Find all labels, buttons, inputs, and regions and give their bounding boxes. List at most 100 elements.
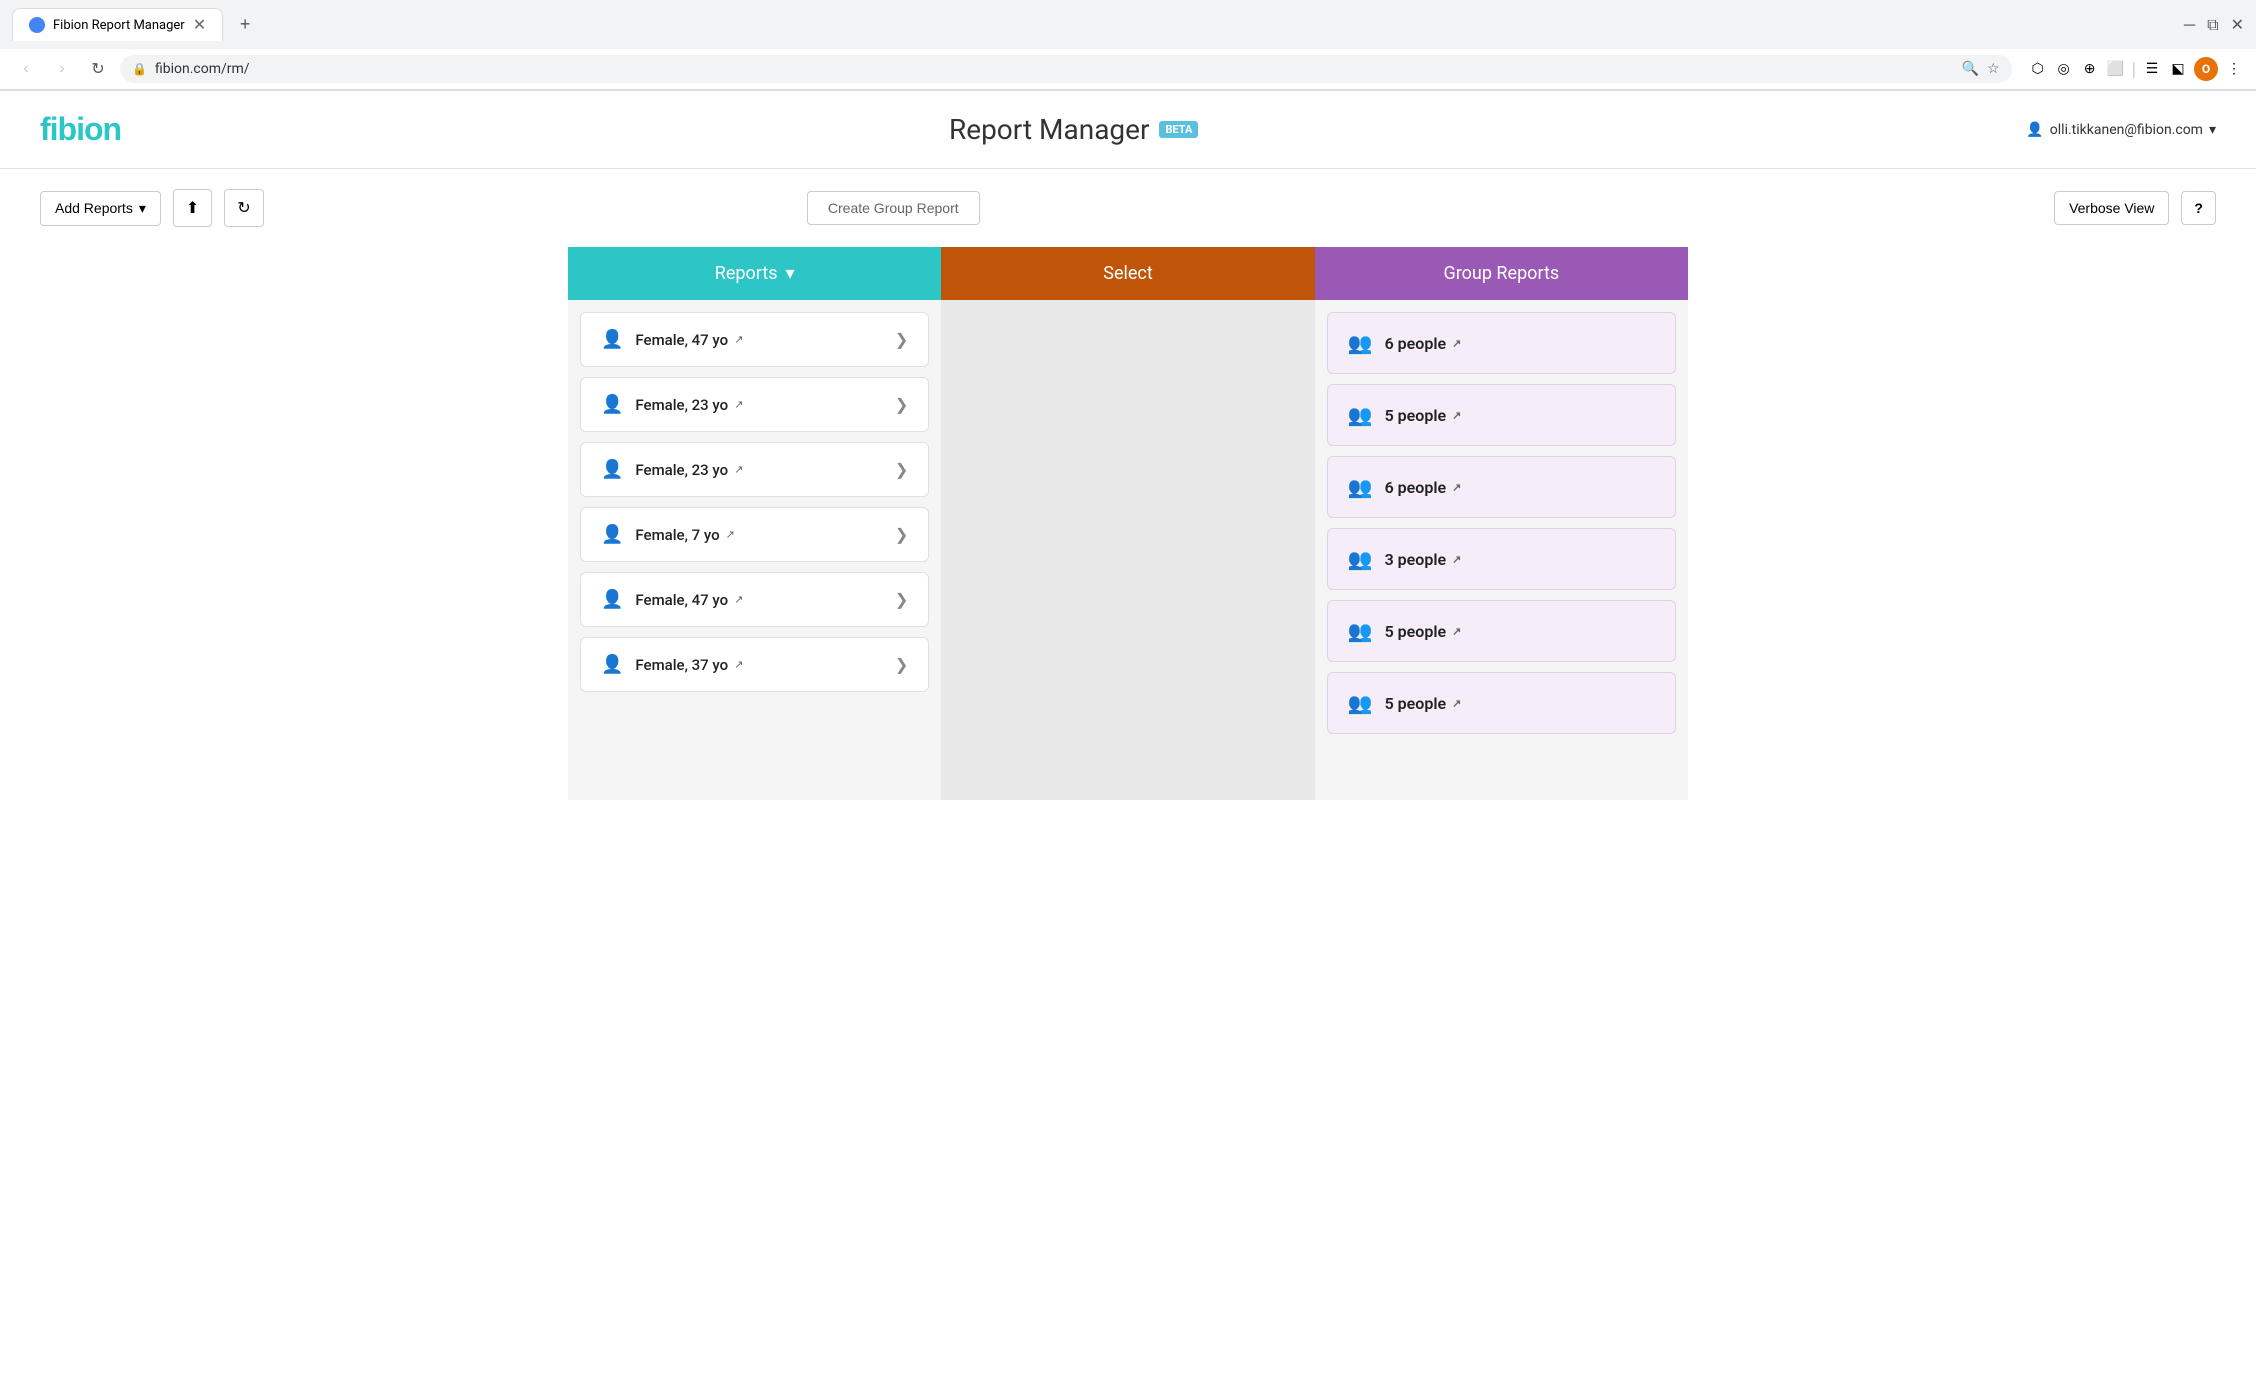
reports-column: Reports ▾ 👤 Female, 47 yo ↗ ❯ 👤 bbox=[568, 247, 941, 800]
user-menu[interactable]: 👤 olli.tikkanen@fibion.com ▾ bbox=[2026, 122, 2216, 138]
external-link-icon: ↗ bbox=[726, 528, 735, 541]
toolbar: Add Reports ▾ ⬆ ↻ Create Group Report Ve… bbox=[0, 169, 2256, 247]
help-button[interactable]: ? bbox=[2181, 191, 2216, 225]
report-name: Female, 47 yo ↗ bbox=[635, 331, 883, 349]
list-item[interactable]: 👤 Female, 7 yo ↗ ❯ bbox=[580, 507, 929, 562]
group-count-label: 5 people ↗ bbox=[1385, 406, 1462, 425]
select-header-label: Select bbox=[1103, 263, 1152, 284]
group-icon: 👥 bbox=[1348, 403, 1373, 427]
back-button[interactable]: ‹ bbox=[12, 55, 40, 83]
ext-icon-5[interactable]: ☰ bbox=[2142, 59, 2162, 79]
list-item[interactable]: 👤 Female, 37 yo ↗ ❯ bbox=[580, 637, 929, 692]
group-count-label: 6 people ↗ bbox=[1385, 334, 1462, 353]
upload-icon: ⬆ bbox=[186, 200, 199, 217]
ext-icon-6[interactable]: ⬕ bbox=[2168, 59, 2188, 79]
external-link-icon: ↗ bbox=[1452, 337, 1461, 350]
divider: | bbox=[2132, 59, 2136, 80]
reports-column-header[interactable]: Reports ▾ bbox=[568, 247, 941, 300]
list-item[interactable]: 👥 6 people ↗ bbox=[1327, 456, 1676, 518]
fibion-logo: fibion bbox=[40, 111, 121, 148]
active-tab[interactable]: Fibion Report Manager ✕ bbox=[12, 8, 223, 41]
user-email: olli.tikkanen@fibion.com bbox=[2050, 122, 2203, 138]
chevron-right-icon: ❯ bbox=[895, 395, 908, 414]
select-column-header[interactable]: Select bbox=[941, 247, 1314, 300]
reload-button[interactable]: ↻ bbox=[84, 55, 112, 83]
reports-header-dropdown-icon: ▾ bbox=[786, 263, 795, 284]
refresh-icon: ↻ bbox=[237, 200, 250, 217]
profile-badge[interactable]: O bbox=[2194, 57, 2218, 81]
page-title: Report Manager BETA bbox=[949, 113, 1198, 146]
add-reports-dropdown-icon: ▾ bbox=[139, 200, 146, 217]
select-column: Select bbox=[941, 247, 1314, 800]
verbose-view-button[interactable]: Verbose View bbox=[2054, 191, 2169, 225]
chevron-right-icon: ❯ bbox=[895, 655, 908, 674]
list-item[interactable]: 👤 Female, 47 yo ↗ ❯ bbox=[580, 572, 929, 627]
user-dropdown-icon: ▾ bbox=[2209, 122, 2216, 138]
create-group-report-button[interactable]: Create Group Report bbox=[807, 191, 980, 225]
tab-bar: Fibion Report Manager ✕ + ─ ⧉ ✕ bbox=[0, 0, 2256, 49]
list-item[interactable]: 👥 5 people ↗ bbox=[1327, 384, 1676, 446]
report-name: Female, 23 yo ↗ bbox=[635, 396, 883, 414]
ext-icon-4[interactable]: ⬜ bbox=[2106, 59, 2126, 79]
app-header: fibion Report Manager BETA 👤 olli.tikkan… bbox=[0, 91, 2256, 169]
verbose-view-label: Verbose View bbox=[2069, 200, 2154, 216]
address-bar[interactable]: 🔒 fibion.com/rm/ 🔍 ☆ bbox=[120, 55, 2012, 83]
ext-icon-2[interactable]: ◎ bbox=[2054, 59, 2074, 79]
report-name: Female, 47 yo ↗ bbox=[635, 591, 883, 609]
extension-icons: ⬡ ◎ ⊕ ⬜ | ☰ ⬕ O ⋮ bbox=[2028, 57, 2244, 81]
tab-title: Fibion Report Manager bbox=[53, 18, 185, 33]
restore-button[interactable]: ⧉ bbox=[2207, 15, 2218, 35]
chevron-right-icon: ❯ bbox=[895, 460, 908, 479]
new-tab-button[interactable]: + bbox=[231, 11, 259, 39]
forward-button[interactable]: › bbox=[48, 55, 76, 83]
external-link-icon: ↗ bbox=[734, 398, 743, 411]
external-link-icon: ↗ bbox=[1452, 697, 1461, 710]
group-icon: 👥 bbox=[1348, 547, 1373, 571]
list-item[interactable]: 👥 5 people ↗ bbox=[1327, 672, 1676, 734]
reports-header-label: Reports bbox=[715, 263, 778, 284]
list-item[interactable]: 👥 3 people ↗ bbox=[1327, 528, 1676, 590]
refresh-button[interactable]: ↻ bbox=[224, 189, 263, 227]
report-name: Female, 7 yo ↗ bbox=[635, 526, 883, 544]
external-link-icon: ↗ bbox=[734, 658, 743, 671]
list-item[interactable]: 👥 5 people ↗ bbox=[1327, 600, 1676, 662]
search-icon[interactable]: 🔍 bbox=[1962, 61, 1979, 77]
profile-letter: O bbox=[2202, 62, 2210, 76]
group-count-label: 3 people ↗ bbox=[1385, 550, 1462, 569]
help-icon: ? bbox=[2194, 200, 2203, 216]
chevron-right-icon: ❯ bbox=[895, 590, 908, 609]
close-window-button[interactable]: ✕ bbox=[2231, 15, 2244, 35]
person-icon: 👤 bbox=[601, 394, 623, 415]
ext-icon-1[interactable]: ⬡ bbox=[2028, 59, 2048, 79]
list-item[interactable]: 👤 Female, 47 yo ↗ ❯ bbox=[580, 312, 929, 367]
bookmark-icon[interactable]: ☆ bbox=[1987, 61, 2000, 77]
group-reports-column-header[interactable]: Group Reports bbox=[1315, 247, 1688, 300]
address-bar-icons: 🔍 ☆ bbox=[1962, 61, 2000, 77]
report-name: Female, 23 yo ↗ bbox=[635, 461, 883, 479]
url-display: fibion.com/rm/ bbox=[155, 61, 250, 77]
external-link-icon: ↗ bbox=[1452, 553, 1461, 566]
add-reports-label: Add Reports bbox=[55, 200, 133, 216]
app-container: fibion Report Manager BETA 👤 olli.tikkan… bbox=[0, 91, 2256, 1395]
lock-icon: 🔒 bbox=[132, 62, 147, 76]
list-item[interactable]: 👤 Female, 23 yo ↗ ❯ bbox=[580, 377, 929, 432]
add-reports-button[interactable]: Add Reports ▾ bbox=[40, 191, 161, 226]
reports-column-body: 👤 Female, 47 yo ↗ ❯ 👤 Female, 23 yo ↗ ❯ bbox=[568, 300, 941, 800]
minimize-button[interactable]: ─ bbox=[2184, 15, 2195, 35]
external-link-icon: ↗ bbox=[1452, 481, 1461, 494]
group-icon: 👥 bbox=[1348, 331, 1373, 355]
group-count-label: 5 people ↗ bbox=[1385, 694, 1462, 713]
list-item[interactable]: 👤 Female, 23 yo ↗ ❯ bbox=[580, 442, 929, 497]
external-link-icon: ↗ bbox=[734, 463, 743, 476]
ext-icon-3[interactable]: ⊕ bbox=[2080, 59, 2100, 79]
chevron-right-icon: ❯ bbox=[895, 525, 908, 544]
person-icon: 👤 bbox=[601, 524, 623, 545]
columns-container: Reports ▾ 👤 Female, 47 yo ↗ ❯ 👤 bbox=[528, 247, 1728, 840]
tab-close-button[interactable]: ✕ bbox=[193, 17, 206, 33]
list-item[interactable]: 👥 6 people ↗ bbox=[1327, 312, 1676, 374]
menu-icon[interactable]: ⋮ bbox=[2224, 59, 2244, 79]
create-group-label: Create Group Report bbox=[828, 200, 959, 216]
browser-chrome: Fibion Report Manager ✕ + ─ ⧉ ✕ ‹ › ↻ 🔒 … bbox=[0, 0, 2256, 91]
person-icon: 👤 bbox=[601, 589, 623, 610]
upload-button[interactable]: ⬆ bbox=[173, 189, 212, 227]
